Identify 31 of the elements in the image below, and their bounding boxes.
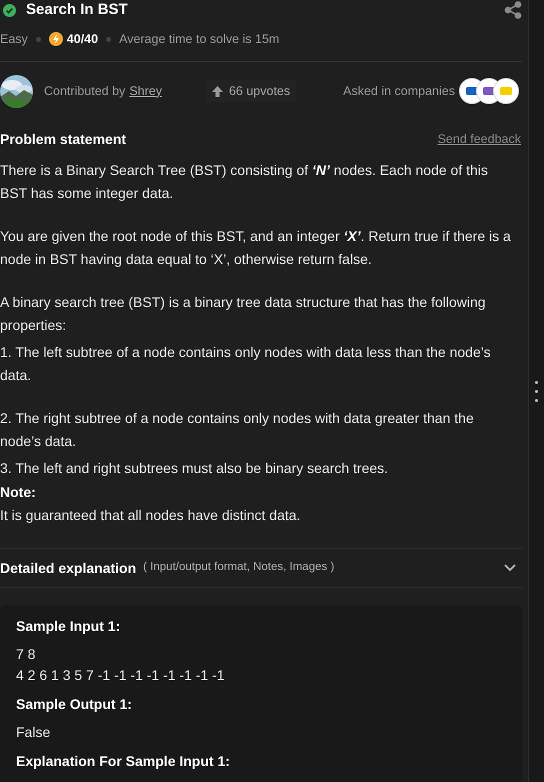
share-icon[interactable] bbox=[504, 1, 522, 19]
section-heading: Problem statement bbox=[0, 130, 126, 149]
problem-title: Search In BST bbox=[26, 0, 128, 20]
paragraph: 2. The right subtree of a node contains only nodes with data greater than the node’s data. bbox=[0, 409, 475, 451]
contributor-link[interactable]: Shrey bbox=[129, 82, 162, 100]
sample-heading: Sample Output 1: bbox=[16, 695, 133, 714]
arrow-up-icon bbox=[212, 86, 223, 96]
sample-text: False bbox=[16, 723, 52, 742]
score-label: 40/40 bbox=[66, 30, 98, 48]
contributor-label: Contributed by bbox=[44, 82, 126, 100]
company-logo-icon bbox=[493, 78, 519, 104]
paragraph: There is a Binary Search Tree (BST) consisting of ‘N’ nodes. Each node of this BST has some integer data. bbox=[0, 161, 489, 203]
paragraph: 1. The left subtree of a node contains only nodes with data less than the node’s data. bbox=[0, 343, 492, 385]
accordion-subtitle: ( Input/output format, Notes, Images ) bbox=[143, 560, 334, 576]
paragraph: 3. The left and right subtrees must also be binary search trees. bbox=[0, 459, 390, 478]
accordion-header[interactable]: Detailed explanation ( Input/output format, Notes, Images ) bbox=[0, 549, 522, 587]
lightning-icon bbox=[48, 32, 63, 46]
note-heading: Note: bbox=[0, 483, 37, 502]
paragraph: A binary search tree (BST) is a binary tree data structure that has the following properties: bbox=[0, 293, 487, 335]
paragraph: It is guaranteed that all nodes have distinct data. bbox=[0, 506, 302, 525]
feedback-link[interactable]: Send feedback bbox=[438, 130, 521, 149]
difficulty-label: Easy bbox=[0, 30, 28, 48]
sample-heading: Explanation For Sample Input 1: bbox=[16, 752, 231, 771]
sample-text: 4 2 6 1 3 5 7 -1 -1 -1 -1 -1 -1 -1 -1 bbox=[16, 666, 226, 685]
upvote-button[interactable]: 66 upvotes bbox=[206, 80, 296, 102]
average-time-label: Average time to solve is 15m bbox=[119, 30, 280, 48]
sample-heading: Sample Input 1: bbox=[16, 617, 122, 636]
sample-text: 7 8 bbox=[16, 645, 36, 664]
paragraph: You are given the root node of this BST, and an integer ‘X’. Return true if there is a node in BST having data equal to ‘X’, otherwise return false. bbox=[0, 227, 512, 269]
accordion-title: Detailed explanation bbox=[0, 558, 136, 578]
companies-label: Asked in companies bbox=[343, 82, 455, 100]
